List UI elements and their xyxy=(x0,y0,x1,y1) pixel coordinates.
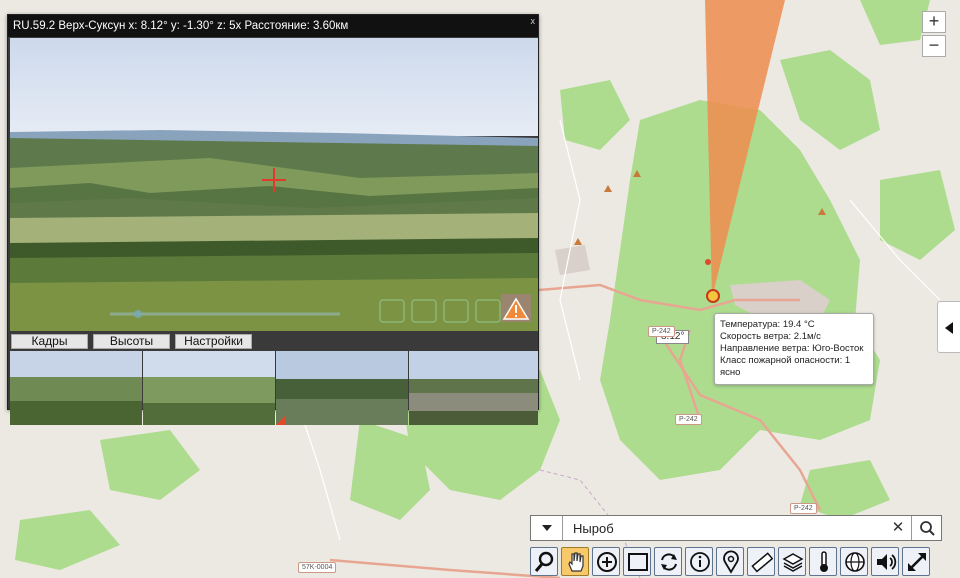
panel-collapse-button[interactable] xyxy=(937,301,960,353)
info-icon xyxy=(690,552,710,572)
weather-popup: Температура: 19.4 °C Скорость ветра: 2.1… xyxy=(714,313,874,385)
weather-sky: ясно xyxy=(720,367,741,378)
layers-icon xyxy=(782,553,804,572)
search-icon xyxy=(534,551,554,572)
map-pin-icon xyxy=(723,550,739,574)
chevron-left-icon xyxy=(945,322,953,334)
road-label: P-242 xyxy=(790,503,817,514)
fullscreen-icon xyxy=(908,553,926,571)
tab-settings[interactable]: Настройки xyxy=(175,334,252,349)
weather-fire-class: Класс пожарной опасности: 1 xyxy=(720,355,851,366)
thumbnail-frame[interactable] xyxy=(143,351,275,425)
warning-icon[interactable] xyxy=(501,294,531,322)
tool-search[interactable] xyxy=(530,547,558,576)
globe-icon xyxy=(845,552,865,572)
tool-measure[interactable] xyxy=(747,547,775,576)
thumbnail-frame[interactable] xyxy=(10,351,142,425)
zoom-out-button[interactable]: − xyxy=(922,35,946,57)
weather-temperature: Температура: 19.4 °C xyxy=(720,319,815,330)
thumbnail-strip xyxy=(10,351,538,425)
chevron-down-icon xyxy=(541,525,552,531)
add-circle-icon xyxy=(597,552,617,572)
tab-frames[interactable]: Кадры xyxy=(11,334,88,349)
camera-marker-icon[interactable] xyxy=(706,289,720,303)
tool-rotate[interactable] xyxy=(654,547,682,576)
thumbnail-frame[interactable] xyxy=(409,351,538,425)
tool-add[interactable] xyxy=(592,547,620,576)
road-label: P-242 xyxy=(648,326,675,337)
clear-icon[interactable]: ✕ xyxy=(887,516,909,540)
tool-pan[interactable] xyxy=(561,547,589,576)
thermometer-icon xyxy=(820,551,828,572)
camera-title: RU.59.2 Верх-Суксун x: 8.12° y: -1.30° z… xyxy=(8,15,538,37)
rotate-icon xyxy=(661,553,677,571)
camera-tabs: Кадры Высоты Настройки xyxy=(10,332,538,350)
search-submit-button[interactable] xyxy=(911,516,942,540)
tool-marker[interactable] xyxy=(716,547,744,576)
village-area xyxy=(555,245,590,275)
tool-sound[interactable] xyxy=(871,547,899,576)
weather-wind-direction: Направление ветра: Юго-Восток xyxy=(720,343,864,354)
map-toolbar xyxy=(530,546,930,578)
search-bar: ✕ xyxy=(530,515,942,541)
tool-layers[interactable] xyxy=(778,547,806,576)
tool-select-area[interactable] xyxy=(623,547,651,576)
camera-feed[interactable] xyxy=(10,38,538,331)
search-input[interactable] xyxy=(565,518,875,538)
target-point-icon xyxy=(705,259,711,265)
road-label: 57K-0004 xyxy=(298,562,337,573)
tool-weather[interactable] xyxy=(809,547,837,576)
close-icon[interactable]: x xyxy=(531,15,536,27)
weather-wind-speed: Скорость ветра: 2.1м/с xyxy=(720,331,821,342)
tool-fullscreen[interactable] xyxy=(902,547,930,576)
hand-icon xyxy=(568,552,584,572)
zoom-in-button[interactable]: + xyxy=(922,11,946,33)
sound-icon xyxy=(877,554,897,570)
tab-heights[interactable]: Высоты xyxy=(93,334,170,349)
search-icon xyxy=(920,521,935,536)
camera-panel: RU.59.2 Верх-Суксун x: 8.12° y: -1.30° z… xyxy=(7,14,539,425)
road-label: P-242 xyxy=(675,414,702,425)
thumbnail-frame[interactable] xyxy=(276,351,408,425)
square-select-icon xyxy=(628,553,648,571)
tool-globe[interactable] xyxy=(840,547,868,576)
ruler-icon xyxy=(751,552,774,573)
search-dropdown-button[interactable] xyxy=(531,516,563,540)
tool-info[interactable] xyxy=(685,547,713,576)
